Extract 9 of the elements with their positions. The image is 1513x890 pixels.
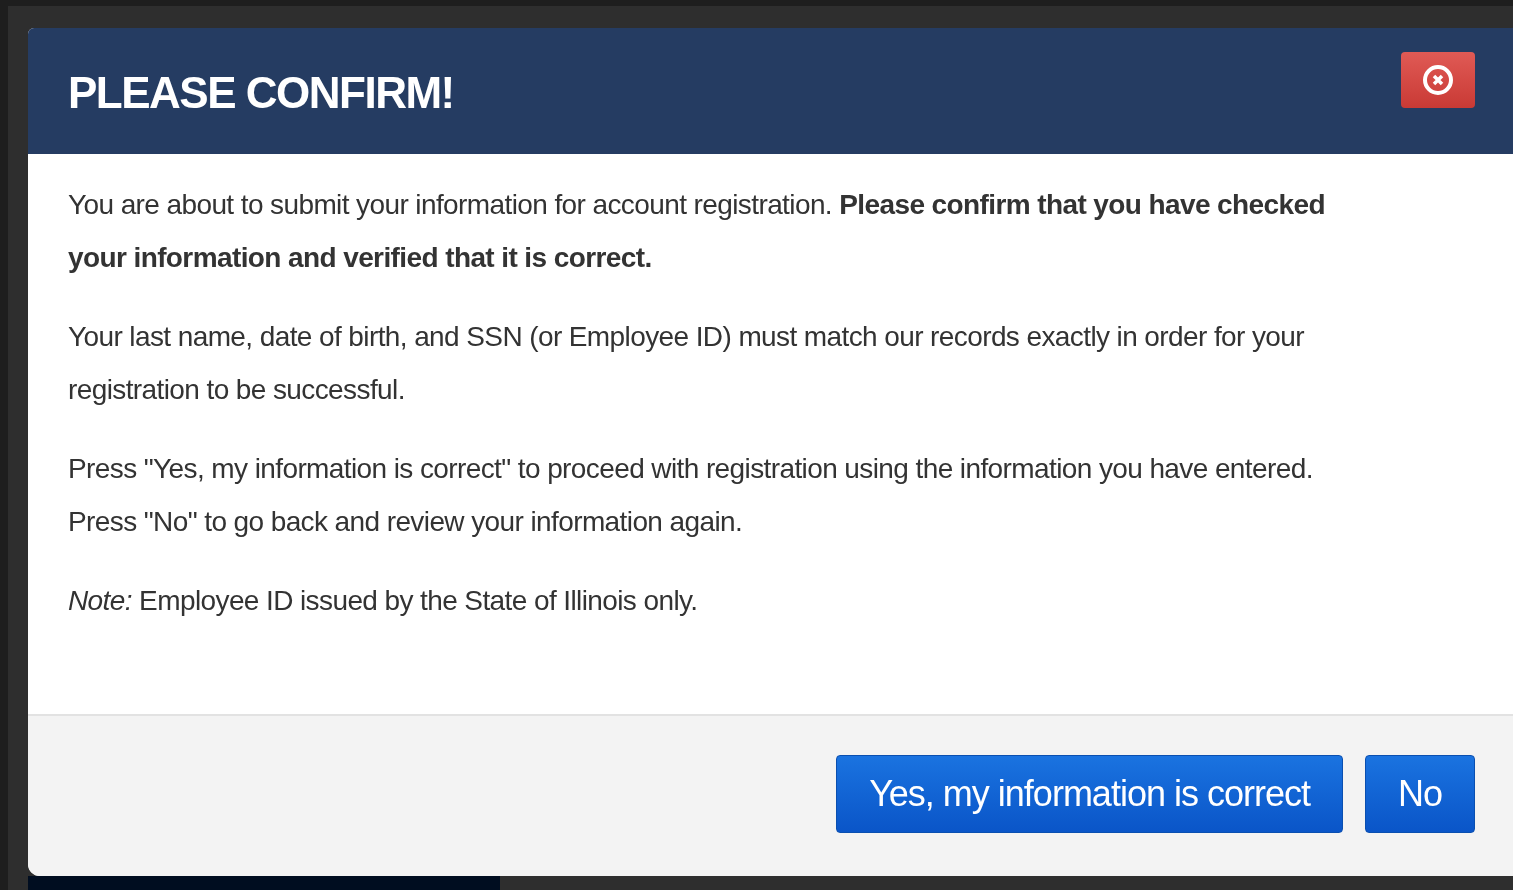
dialog-paragraph: Press "Yes, my information is correct" to proceed with registration using the information you have entered. Press "No" to go back and review your information again. xyxy=(68,452,1314,539)
close-button[interactable] xyxy=(1401,52,1475,108)
decline-button[interactable]: No xyxy=(1364,755,1475,833)
dialog-paragraph: You are about to submit your information for account registration. Please confirm that you have checked your information and verified that it is correct. xyxy=(68,188,1326,275)
dialog-paragraph: Note: Employee ID issued by the State of Illinois only. xyxy=(68,584,699,618)
dialog-paragraph: Your last name, date of birth, and SSN (or Employee ID) must match our records exactly in order for your registration to be successful. xyxy=(68,320,1306,407)
confirm-button[interactable]: Yes, my information is correct xyxy=(836,755,1343,833)
close-icon xyxy=(1421,63,1455,97)
dialog-title: PLEASE CONFIRM! xyxy=(68,67,454,118)
